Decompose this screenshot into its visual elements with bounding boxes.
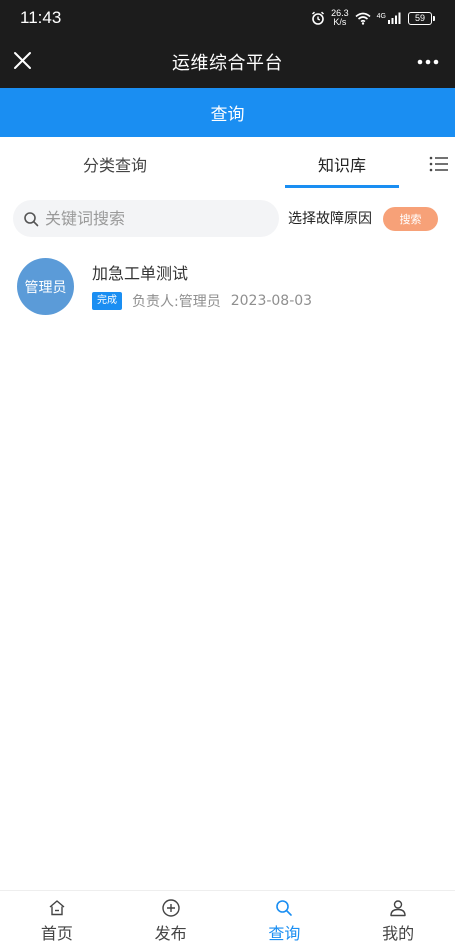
- search-box[interactable]: [13, 200, 279, 237]
- search-row: 选择故障原因 搜索: [0, 198, 455, 238]
- status-bar: 11:43 26.3 K/s 4G 59: [0, 0, 455, 36]
- user-icon: [390, 900, 406, 917]
- fault-reason-select[interactable]: 选择故障原因: [288, 208, 372, 228]
- page-header: 查询: [0, 88, 455, 137]
- nav-item-publish[interactable]: 发布: [114, 891, 228, 946]
- item-date: 2023-08-03: [230, 293, 313, 309]
- more-button[interactable]: [415, 50, 441, 74]
- nav-item-home[interactable]: 首页: [0, 891, 114, 946]
- search-icon: [24, 211, 39, 226]
- network-type: 4G: [376, 13, 386, 20]
- title-bar: 运维综合平台: [0, 36, 455, 88]
- close-button[interactable]: [10, 48, 36, 74]
- item-meta: 完成 负责人:管理员 2023-08-03: [92, 291, 312, 311]
- tab-bar: 分类查询 知识库: [0, 137, 455, 191]
- wifi-icon: [355, 12, 371, 25]
- search-button[interactable]: 搜索: [383, 207, 438, 231]
- net-speed: 26.3 K/s: [331, 9, 349, 27]
- net-speed-unit: K/s: [333, 17, 347, 27]
- active-tab-indicator: [285, 185, 399, 188]
- status-badge: 完成: [92, 292, 122, 310]
- search-icon: [276, 900, 293, 916]
- signal-icon: [388, 12, 401, 24]
- tab-category-query[interactable]: 分类查询: [45, 137, 185, 191]
- battery-level: 59: [408, 11, 432, 25]
- nav-label: 我的: [382, 924, 415, 943]
- home-icon: [49, 900, 65, 916]
- more-icon: [417, 59, 439, 65]
- list-item[interactable]: 管理员 加急工单测试 完成 负责人:管理员 2023-08-03: [0, 250, 455, 326]
- page-title: 查询: [210, 105, 245, 125]
- plus-circle-icon: [161, 899, 180, 917]
- status-time: 11:43: [20, 8, 62, 27]
- tab-knowledge-base[interactable]: 知识库: [285, 137, 399, 191]
- bottom-nav: 首页 发布 查询 我的: [0, 890, 455, 946]
- close-icon: [14, 52, 31, 69]
- nav-item-mine[interactable]: 我的: [341, 891, 455, 946]
- nav-label: 首页: [40, 924, 73, 943]
- nav-label: 查询: [268, 924, 301, 943]
- tab-label: 分类查询: [82, 156, 147, 175]
- status-icons: 26.3 K/s 4G 59: [311, 9, 435, 27]
- item-owner: 负责人:管理员: [132, 294, 221, 310]
- battery-icon: 59: [408, 11, 435, 25]
- app-title: 运维综合平台: [172, 53, 283, 74]
- list-icon[interactable]: [428, 153, 450, 175]
- avatar: 管理员: [17, 258, 74, 315]
- item-title: 加急工单测试: [92, 264, 189, 283]
- nav-item-query[interactable]: 查询: [228, 891, 342, 946]
- tab-label: 知识库: [317, 156, 366, 175]
- search-input[interactable]: [45, 209, 265, 228]
- alarm-icon: [312, 11, 325, 25]
- nav-label: 发布: [154, 924, 187, 943]
